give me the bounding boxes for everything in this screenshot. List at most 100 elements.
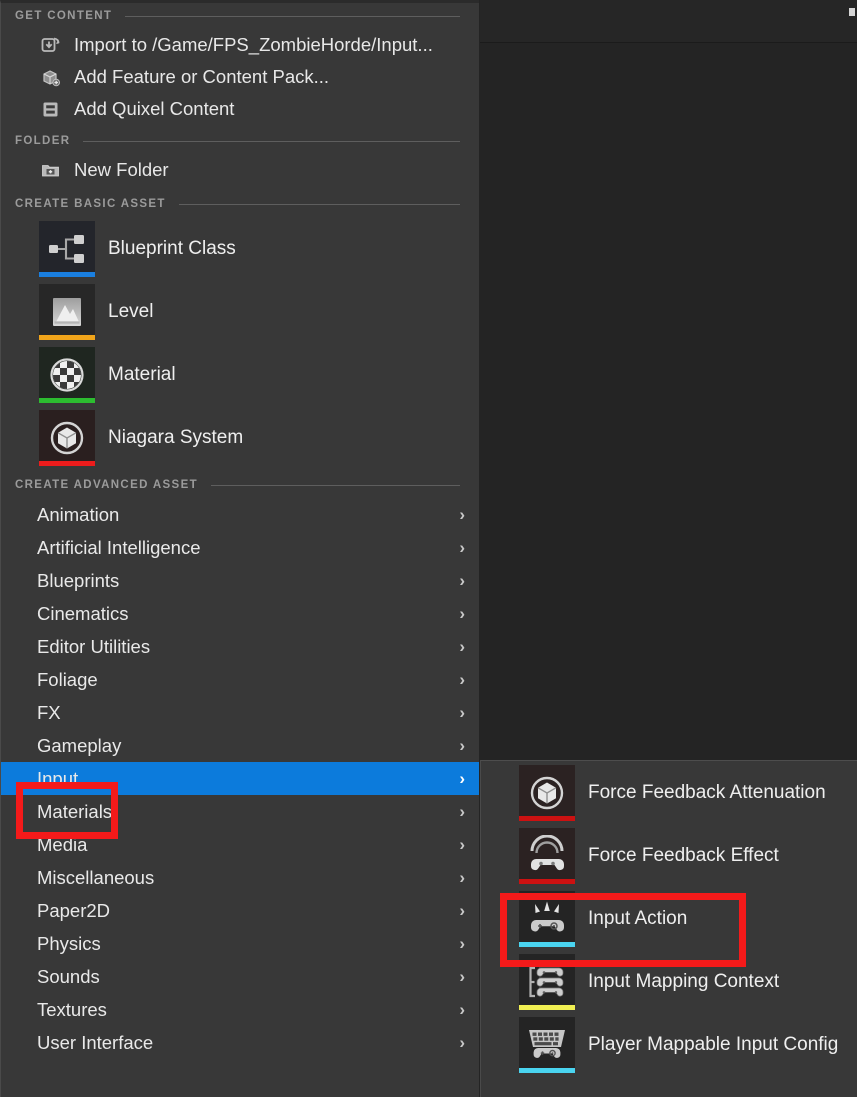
chevron-right-icon: › xyxy=(459,868,465,887)
toolbar-marker xyxy=(849,8,855,16)
menu-item-blueprint-class[interactable]: Blueprint Class xyxy=(1,217,479,280)
chevron-right-icon: › xyxy=(459,802,465,821)
menu-item-level[interactable]: Level xyxy=(1,280,479,343)
asset-color-bar xyxy=(519,815,575,821)
advanced-asset-item-materials[interactable]: Materials › xyxy=(1,795,479,828)
advanced-asset-label: Paper2D xyxy=(37,899,111,921)
section-divider xyxy=(210,484,460,486)
input-action-icon xyxy=(519,890,575,947)
add-content-context-menu: GET CONTENT Import to /Game/FPS_ZombieHo… xyxy=(0,0,479,1097)
chevron-right-icon: › xyxy=(459,901,465,920)
submenu-item-label: Force Feedback Effect xyxy=(588,844,779,866)
advanced-asset-item-input[interactable]: Input › xyxy=(1,762,479,795)
advanced-asset-item-blueprints[interactable]: Blueprints › xyxy=(1,564,479,597)
advanced-asset-item-user-interface[interactable]: User Interface › xyxy=(1,1026,479,1059)
chevron-right-icon: › xyxy=(459,1000,465,1019)
menu-item-label: Material xyxy=(108,363,176,385)
submenu-item-input-action[interactable]: Input Action xyxy=(481,887,857,950)
advanced-asset-item-foliage[interactable]: Foliage › xyxy=(1,663,479,696)
menu-item-label: New Folder xyxy=(74,159,169,180)
advanced-asset-item-textures[interactable]: Textures › xyxy=(1,993,479,1026)
force-feedback-effect-icon xyxy=(519,827,575,884)
player-mappable-input-config-icon xyxy=(519,1016,575,1073)
section-header-create-basic-asset: CREATE BASIC ASSET xyxy=(1,191,479,217)
submenu-item-force-feedback-effect[interactable]: Force Feedback Effect xyxy=(481,824,857,887)
section-header-get-content: GET CONTENT xyxy=(1,3,479,29)
submenu-item-label: Input Action xyxy=(588,907,688,929)
menu-item-add-quixel-content[interactable]: Add Quixel Content xyxy=(1,93,479,125)
editor-toolbar-strip xyxy=(480,0,857,43)
advanced-asset-label: Materials xyxy=(37,800,113,822)
menu-item-add-feature-or-content-pack[interactable]: Add Feature or Content Pack... xyxy=(1,61,479,93)
content-pack-icon xyxy=(39,66,61,88)
advanced-asset-item-miscellaneous[interactable]: Miscellaneous › xyxy=(1,861,479,894)
advanced-asset-label: User Interface xyxy=(37,1031,154,1053)
menu-item-label: Add Quixel Content xyxy=(74,98,235,119)
screen: GET CONTENT Import to /Game/FPS_ZombieHo… xyxy=(0,0,857,1097)
chevron-right-icon: › xyxy=(459,835,465,854)
import-icon xyxy=(39,34,61,56)
advanced-asset-label: Foliage xyxy=(37,668,98,690)
input-submenu-list: Force Feedback Attenuation Force Feedback… xyxy=(481,761,857,1076)
chevron-right-icon: › xyxy=(459,670,465,689)
menu-item-label: Import to /Game/FPS_ZombieHorde/Input... xyxy=(74,34,433,55)
advanced-asset-item-artificial-intelligence[interactable]: Artificial Intelligence › xyxy=(1,531,479,564)
chevron-right-icon: › xyxy=(459,637,465,656)
asset-color-bar xyxy=(39,460,95,466)
material-icon xyxy=(39,346,95,403)
section-title: GET CONTENT xyxy=(15,10,113,22)
advanced-asset-item-sounds[interactable]: Sounds › xyxy=(1,960,479,993)
menu-item-label: Niagara System xyxy=(108,426,244,448)
advanced-asset-item-fx[interactable]: FX › xyxy=(1,696,479,729)
menu-item-niagara-system[interactable]: Niagara System xyxy=(1,406,479,469)
submenu-item-force-feedback-attenuation[interactable]: Force Feedback Attenuation xyxy=(481,761,857,824)
submenu-item-input-mapping-context[interactable]: Input Mapping Context xyxy=(481,950,857,1013)
section-divider xyxy=(178,203,460,205)
advanced-asset-label: Artificial Intelligence xyxy=(37,536,201,558)
advanced-asset-label: FX xyxy=(37,701,61,723)
submenu-item-player-mappable-input-config[interactable]: Player Mappable Input Config xyxy=(481,1013,857,1076)
submenu-item-label: Input Mapping Context xyxy=(588,970,780,992)
chevron-right-icon: › xyxy=(459,703,465,722)
advanced-asset-item-cinematics[interactable]: Cinematics › xyxy=(1,597,479,630)
advanced-asset-label: Animation xyxy=(37,503,120,525)
niagara-system-icon xyxy=(39,409,95,466)
section-title: FOLDER xyxy=(15,135,71,147)
menu-item-material[interactable]: Material xyxy=(1,343,479,406)
section-header-create-advanced-asset: CREATE ADVANCED ASSET xyxy=(1,472,479,498)
asset-color-bar xyxy=(39,397,95,403)
submenu-item-label: Player Mappable Input Config xyxy=(588,1033,839,1055)
advanced-asset-item-media[interactable]: Media › xyxy=(1,828,479,861)
advanced-asset-list: Animation › Artificial Intelligence › Bluepr… xyxy=(1,498,479,1059)
advanced-asset-label: Media xyxy=(37,833,88,855)
blueprint-class-icon xyxy=(39,220,95,277)
chevron-right-icon: › xyxy=(459,604,465,623)
advanced-asset-item-gameplay[interactable]: Gameplay › xyxy=(1,729,479,762)
section-title: CREATE BASIC ASSET xyxy=(15,198,166,210)
level-icon xyxy=(39,283,95,340)
asset-color-bar xyxy=(519,878,575,884)
advanced-asset-item-physics[interactable]: Physics › xyxy=(1,927,479,960)
section-header-folder: FOLDER xyxy=(1,128,479,154)
chevron-right-icon: › xyxy=(459,571,465,590)
section-title: CREATE ADVANCED ASSET xyxy=(15,479,198,491)
advanced-asset-label: Cinematics xyxy=(37,602,129,624)
advanced-asset-item-paper2d[interactable]: Paper2D › xyxy=(1,894,479,927)
advanced-asset-item-animation[interactable]: Animation › xyxy=(1,498,479,531)
chevron-right-icon: › xyxy=(459,934,465,953)
quixel-icon xyxy=(39,98,61,120)
section-divider xyxy=(125,15,460,17)
menu-item-import[interactable]: Import to /Game/FPS_ZombieHorde/Input... xyxy=(1,29,479,61)
section-divider xyxy=(83,140,460,142)
chevron-right-icon: › xyxy=(459,1033,465,1052)
asset-color-bar xyxy=(39,271,95,277)
input-mapping-context-icon xyxy=(519,953,575,1010)
force-feedback-attenuation-icon xyxy=(519,764,575,821)
menu-item-new-folder[interactable]: New Folder xyxy=(1,154,479,186)
advanced-asset-item-editor-utilities[interactable]: Editor Utilities › xyxy=(1,630,479,663)
chevron-right-icon: › xyxy=(459,505,465,524)
chevron-right-icon: › xyxy=(459,538,465,557)
chevron-right-icon: › xyxy=(459,967,465,986)
new-folder-icon xyxy=(39,159,61,181)
asset-color-bar xyxy=(39,334,95,340)
